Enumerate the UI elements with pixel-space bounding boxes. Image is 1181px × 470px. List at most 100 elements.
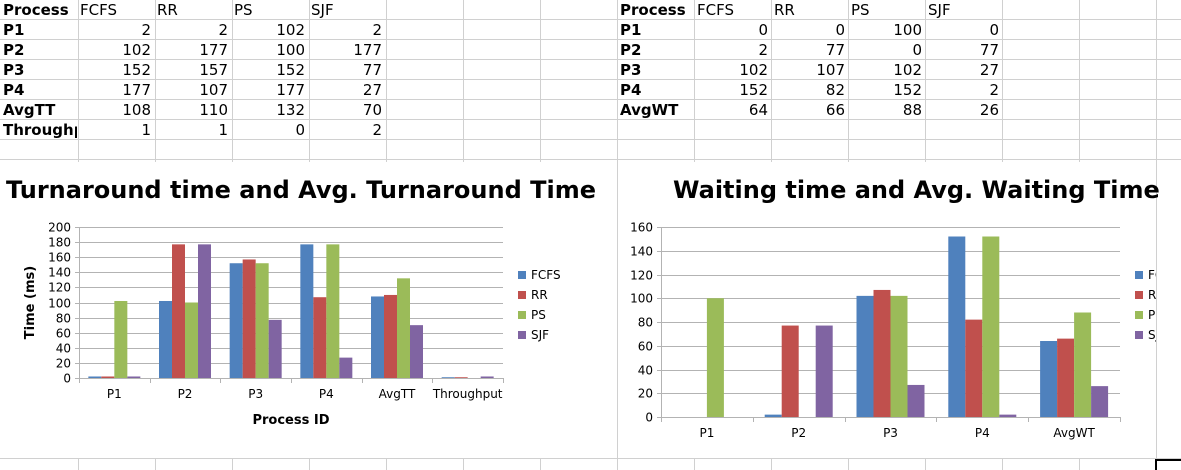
value-cell[interactable]: 132: [231, 100, 308, 120]
value-cell[interactable]: 70: [308, 100, 385, 120]
value-cell[interactable]: 0: [848, 40, 925, 60]
x-tick-label: P2: [791, 426, 806, 440]
value-cell[interactable]: 152: [848, 80, 925, 100]
value-cell[interactable]: 100: [231, 40, 308, 60]
value-cell[interactable]: 0: [925, 20, 1002, 40]
bar-sjf-p1: [127, 376, 141, 378]
value-cell[interactable]: 152: [77, 60, 154, 80]
value-cell[interactable]: 102: [77, 40, 154, 60]
value-cell[interactable]: 177: [231, 80, 308, 100]
value-cell[interactable]: 177: [154, 40, 231, 60]
bar-rr-p4: [965, 319, 983, 417]
bar-fcfs-throughput: [441, 377, 455, 378]
header-cell[interactable]: PS: [848, 0, 925, 20]
value-cell[interactable]: 1: [77, 120, 154, 140]
row-label-cell[interactable]: P4: [617, 80, 694, 100]
value-cell[interactable]: 177: [77, 80, 154, 100]
y-tick-label: 160: [630, 221, 653, 235]
value-cell[interactable]: 102: [694, 60, 771, 80]
row-label-cell[interactable]: P3: [0, 60, 77, 80]
value-cell[interactable]: 2: [694, 40, 771, 60]
value-cell[interactable]: 2: [77, 20, 154, 40]
y-tick-label: 140: [630, 245, 653, 259]
value-cell[interactable]: 82: [771, 80, 848, 100]
legend-label: RR: [531, 288, 548, 302]
value-cell[interactable]: 77: [308, 60, 385, 80]
value-cell[interactable]: 77: [925, 40, 1002, 60]
legend-swatch: [518, 331, 526, 339]
value-cell[interactable]: 108: [77, 100, 154, 120]
bar-ps-p4: [982, 236, 1000, 417]
row-label-cell[interactable]: P2: [0, 40, 77, 60]
bar-fcfs-p1: [88, 376, 102, 378]
header-cell[interactable]: RR: [771, 0, 848, 20]
header-cell[interactable]: RR: [154, 0, 231, 20]
x-tick-label: P2: [178, 387, 193, 401]
bar-fcfs-p4: [300, 244, 314, 378]
legend-label: FCFS: [1148, 268, 1156, 282]
value-cell[interactable]: 152: [694, 80, 771, 100]
value-cell[interactable]: 100: [848, 20, 925, 40]
turnaround-chart[interactable]: Turnaround time and Avg. Turnaround Time…: [0, 162, 596, 458]
header-cell[interactable]: FCFS: [77, 0, 154, 20]
row-label-cell[interactable]: Throughput: [0, 120, 77, 140]
y-tick-label: 80: [56, 312, 71, 326]
value-cell[interactable]: 107: [154, 80, 231, 100]
bar-ps-avgwt: [1074, 312, 1092, 417]
x-tick-label: AvgWT: [1053, 426, 1095, 440]
value-cell[interactable]: 64: [694, 100, 771, 120]
legend-label: SJF: [1148, 328, 1156, 342]
y-tick-label: 100: [48, 297, 71, 311]
row-label-cell[interactable]: P1: [617, 20, 694, 40]
value-cell[interactable]: 77: [771, 40, 848, 60]
value-cell[interactable]: 27: [925, 60, 1002, 80]
value-cell[interactable]: 177: [308, 40, 385, 60]
value-cell[interactable]: 152: [231, 60, 308, 80]
value-cell[interactable]: 102: [848, 60, 925, 80]
y-tick-label: 140: [48, 266, 71, 280]
header-cell[interactable]: SJF: [308, 0, 385, 20]
row-label-cell[interactable]: P4: [0, 80, 77, 100]
value-cell[interactable]: 26: [925, 100, 1002, 120]
x-tick-label: AvgTT: [379, 387, 416, 401]
header-cell[interactable]: PS: [231, 0, 308, 20]
value-cell[interactable]: 2: [308, 120, 385, 140]
bar-sjf-p3: [268, 319, 282, 378]
value-cell[interactable]: 2: [154, 20, 231, 40]
value-cell[interactable]: 110: [154, 100, 231, 120]
bar-fcfs-avgtt: [371, 296, 384, 378]
value-cell[interactable]: 157: [154, 60, 231, 80]
row-label-cell[interactable]: P1: [0, 20, 77, 40]
row-label-cell[interactable]: P3: [617, 60, 694, 80]
legend-swatch: [1135, 311, 1143, 319]
row-label-cell[interactable]: AvgTT: [0, 100, 77, 120]
header-cell[interactable]: Process: [617, 0, 694, 20]
value-cell[interactable]: 88: [848, 100, 925, 120]
legend-swatch: [1135, 271, 1143, 279]
waiting-chart[interactable]: Waiting time and Avg. Waiting Time 0 20 40…: [619, 162, 1178, 458]
x-axis-title: Process ID: [252, 413, 329, 428]
header-cell[interactable]: FCFS: [694, 0, 771, 20]
value-cell[interactable]: 2: [308, 20, 385, 40]
value-cell[interactable]: 0: [694, 20, 771, 40]
row-label-cell[interactable]: P2: [617, 40, 694, 60]
header-cell[interactable]: SJF: [925, 0, 1002, 20]
row-label-cell[interactable]: AvgWT: [617, 100, 694, 120]
value-cell[interactable]: 0: [231, 120, 308, 140]
bar-sjf-avgtt: [410, 325, 423, 378]
legend-label: RR: [1148, 288, 1156, 302]
header-cell[interactable]: Process: [0, 0, 77, 20]
y-tick-label: 80: [638, 316, 653, 330]
value-cell[interactable]: 2: [925, 80, 1002, 100]
value-cell[interactable]: 102: [231, 20, 308, 40]
chart-title: Waiting time and Avg. Waiting Time: [673, 176, 1160, 204]
value-cell[interactable]: 27: [308, 80, 385, 100]
value-cell[interactable]: 0: [771, 20, 848, 40]
legend-swatch: [1135, 331, 1143, 339]
turnaround-chart-plot: 020406080100 120140160180200 P1 P2 P3 P4 AvgTT…: [23, 221, 561, 429]
value-cell[interactable]: 107: [771, 60, 848, 80]
value-cell[interactable]: 1: [154, 120, 231, 140]
value-cell[interactable]: 66: [771, 100, 848, 120]
bar-sjf-p2: [815, 325, 833, 417]
x-tick-label: P3: [883, 426, 898, 440]
